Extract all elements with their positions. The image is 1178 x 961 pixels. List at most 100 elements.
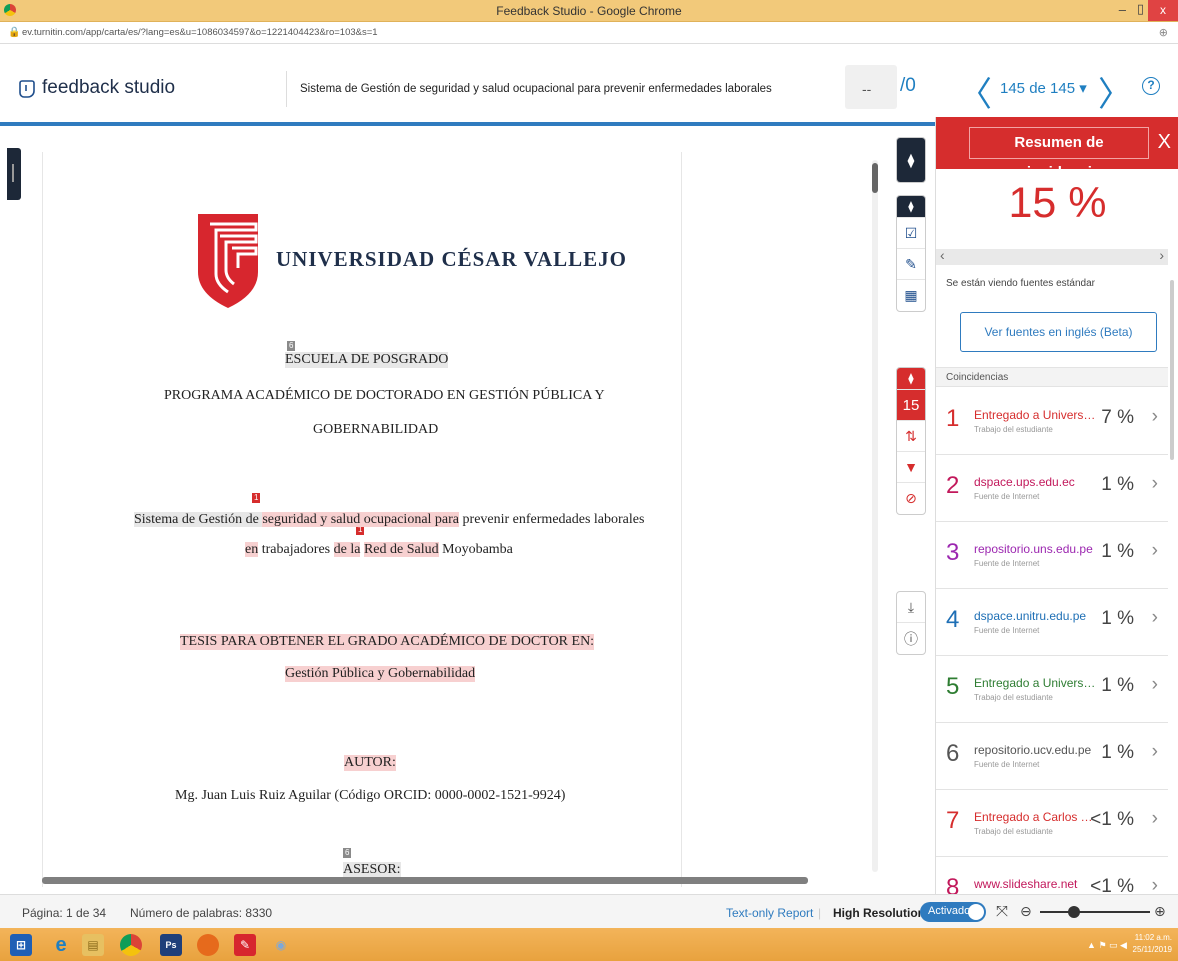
- chrome-taskbar-icon[interactable]: [120, 934, 142, 956]
- doc-autor: Mg. Juan Luis Ruiz Aguilar (Código ORCID…: [175, 788, 566, 803]
- match-source[interactable]: Entregado a Universida...: [974, 408, 1098, 422]
- match-type: Fuente de Internet: [974, 559, 1040, 568]
- checkbox-icon[interactable]: ☑: [897, 218, 925, 249]
- match-marker[interactable]: 6: [343, 848, 352, 858]
- match-row[interactable]: 2 dspace.ups.edu.ec Fuente de Internet 1 % ›: [936, 455, 1168, 522]
- previous-paper-button[interactable]: 〈: [958, 67, 992, 116]
- download-icon[interactable]: ⤓: [897, 592, 925, 623]
- chevron-left-icon[interactable]: ‹: [940, 247, 945, 263]
- match-source[interactable]: www.slideshare.net: [974, 877, 1098, 891]
- app-header: feedback studio Sistema de Gestión de se…: [0, 45, 1178, 123]
- match-number: 3: [946, 539, 960, 566]
- grading-layer-icon[interactable]: ⧫: [897, 196, 925, 218]
- english-sources-button[interactable]: Ver fuentes en inglés (Beta): [960, 312, 1157, 352]
- photoshop-icon[interactable]: Ps: [160, 934, 182, 956]
- next-paper-button[interactable]: 〉: [1098, 67, 1132, 116]
- match-row[interactable]: 7 Entregado a Carlos Tes... Trabajo del es…: [936, 790, 1168, 857]
- document-scroll-thumb[interactable]: [872, 163, 878, 193]
- chevron-right-icon[interactable]: ›: [1152, 473, 1158, 495]
- similarity-percentage: 15 %: [1008, 179, 1107, 227]
- close-window-button[interactable]: x: [1148, 0, 1178, 21]
- chevron-right-icon[interactable]: ›: [1152, 875, 1158, 894]
- match-breakdown-icon[interactable]: ⇅: [897, 421, 925, 452]
- windows-start-icon[interactable]: ⊞: [10, 934, 32, 956]
- chevron-right-icon[interactable]: ›: [1152, 674, 1158, 696]
- chevron-right-icon[interactable]: ›: [1152, 540, 1158, 562]
- address-bar[interactable]: 🔒 ev.turnitin.com/app/carta/es/?lang=es&…: [0, 22, 1178, 44]
- app-logo-text: feedback studio: [42, 77, 176, 98]
- doc-program-line2: GOBERNABILIDAD: [313, 422, 439, 437]
- file-explorer-icon[interactable]: ▤: [82, 934, 104, 956]
- similarity-score-button[interactable]: 15: [897, 390, 925, 421]
- left-panel-grip[interactable]: [7, 148, 21, 200]
- match-source[interactable]: Entregado a Universida...: [974, 676, 1098, 690]
- chevron-right-icon[interactable]: ›: [1152, 607, 1158, 629]
- close-panel-icon[interactable]: X: [1158, 131, 1171, 154]
- match-row[interactable]: 6 repositorio.ucv.edu.pe Fuente de Interne…: [936, 723, 1168, 790]
- chevron-right-icon[interactable]: ›: [1152, 808, 1158, 830]
- doc-title-segment: en: [245, 542, 259, 557]
- exclude-icon[interactable]: ⊘: [897, 483, 925, 514]
- match-number: 6: [946, 740, 960, 767]
- firefox-icon[interactable]: [197, 934, 219, 956]
- maximize-button[interactable]: ▯: [1137, 1, 1144, 17]
- match-row[interactable]: 3 repositorio.uns.edu.pe Fuente de Interne…: [936, 522, 1168, 589]
- minimize-button[interactable]: –: [1119, 2, 1126, 17]
- text-only-report-link[interactable]: Text-only Report: [726, 906, 813, 920]
- acrobat-icon[interactable]: ✎: [234, 934, 256, 956]
- match-number: 4: [946, 606, 960, 633]
- zoom-slider[interactable]: [1040, 906, 1150, 918]
- taskbar-clock[interactable]: 11:02 a.m. 25/11/2019: [1133, 932, 1172, 956]
- match-source[interactable]: repositorio.ucv.edu.pe: [974, 743, 1098, 757]
- document-title: Sistema de Gestión de seguridad y salud …: [300, 83, 772, 95]
- internet-explorer-icon[interactable]: e: [50, 934, 72, 956]
- doc-field: Gestión Pública y Gobernabilidad: [285, 666, 476, 682]
- match-marker[interactable]: 1: [252, 493, 261, 503]
- match-row[interactable]: 4 dspace.unitru.edu.pe Fuente de Internet 1…: [936, 589, 1168, 656]
- match-source[interactable]: repositorio.uns.edu.pe: [974, 542, 1098, 556]
- document-horizontal-scrollbar[interactable]: [42, 877, 808, 884]
- match-type: Trabajo del estudiante: [974, 827, 1053, 836]
- rubric-grid-icon[interactable]: ▦: [897, 280, 925, 311]
- help-icon[interactable]: ?: [1142, 77, 1160, 95]
- document-vertical-scrollbar[interactable]: [872, 160, 878, 872]
- match-type: Fuente de Internet: [974, 626, 1040, 635]
- zoom-slider-thumb[interactable]: [1068, 906, 1080, 918]
- edit-comment-icon[interactable]: ✎: [897, 249, 925, 280]
- standard-sources-note: Se están viendo fuentes estándar: [946, 278, 1095, 289]
- match-row[interactable]: 8www.slideshare.netFuente de Internet<1 …: [936, 857, 1168, 894]
- match-row[interactable]: 1 Entregado a Universida... Trabajo del es…: [936, 388, 1168, 455]
- chevron-right-icon[interactable]: ›: [1159, 247, 1164, 263]
- zoom-out-icon[interactable]: ⊖: [1020, 903, 1032, 920]
- clock-date: 25/11/2019: [1132, 945, 1172, 954]
- match-marker[interactable]: 6: [287, 341, 296, 351]
- media-player-icon[interactable]: ◉: [270, 934, 292, 956]
- chevron-right-icon[interactable]: ›: [1152, 406, 1158, 428]
- match-source[interactable]: dspace.ups.edu.ec: [974, 475, 1098, 489]
- match-row[interactable]: 5 Entregado a Universida... Trabajo del es…: [936, 656, 1168, 723]
- match-source[interactable]: dspace.unitru.edu.pe: [974, 609, 1098, 623]
- window-titlebar: Feedback Studio - Google Chrome – ▯ x: [0, 0, 1178, 22]
- panel-scrollbar[interactable]: [1170, 280, 1174, 460]
- status-divider: |: [818, 906, 822, 920]
- url-text[interactable]: ev.turnitin.com/app/carta/es/?lang=es&u=…: [22, 27, 378, 38]
- match-number: 7: [946, 807, 960, 834]
- high-resolution-toggle[interactable]: Activado: [920, 902, 986, 922]
- filter-icon[interactable]: ▼: [897, 452, 925, 483]
- fullscreen-icon[interactable]: ⤧: [996, 903, 1008, 920]
- doc-title-segment: seguridad y salud ocupacional para: [262, 512, 460, 527]
- match-source[interactable]: Entregado a Carlos Tes...: [974, 810, 1098, 824]
- zoom-icon[interactable]: ⊕: [1159, 26, 1168, 39]
- similarity-toolbar: ⧫ 15 ⇅ ▼ ⊘: [896, 367, 926, 515]
- layers-icon[interactable]: ⧫: [897, 138, 925, 182]
- system-tray-icons[interactable]: ▲ ⚑ ▭ ◀: [1082, 934, 1132, 956]
- grading-toolbar: ⧫ ☑ ✎ ▦: [896, 195, 926, 312]
- feedback-studio-logo-icon: [18, 79, 36, 104]
- grade-value[interactable]: --: [862, 81, 871, 97]
- window-title: Feedback Studio - Google Chrome: [496, 4, 682, 18]
- chevron-right-icon[interactable]: ›: [1152, 741, 1158, 763]
- similarity-layer-icon[interactable]: ⧫: [897, 368, 925, 390]
- zoom-in-icon[interactable]: ⊕: [1154, 903, 1166, 920]
- info-icon[interactable]: ⓘ: [897, 623, 925, 654]
- paper-counter-dropdown[interactable]: 145 de 145 ▾: [1000, 79, 1087, 97]
